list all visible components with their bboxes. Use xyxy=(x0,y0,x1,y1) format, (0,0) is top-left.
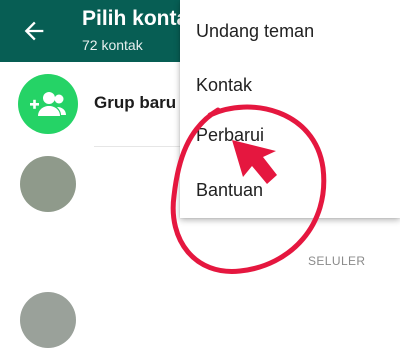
group-avatar xyxy=(18,74,78,134)
menu-item-refresh[interactable]: Perbarui xyxy=(196,125,264,146)
arrow-left-icon[interactable] xyxy=(20,17,48,45)
menu-item-contacts[interactable]: Kontak xyxy=(196,75,252,96)
menu-item-invite-friends[interactable]: Undang teman xyxy=(196,21,314,42)
menu-item-help[interactable]: Bantuan xyxy=(196,180,263,201)
overflow-menu: Undang teman Kontak Perbarui Bantuan xyxy=(180,0,400,218)
section-label-mobile: SELULER xyxy=(308,254,366,268)
contact-count: 72 kontak xyxy=(82,37,143,53)
contact-avatar xyxy=(20,292,76,348)
group-add-icon xyxy=(30,92,66,116)
contact-avatar xyxy=(20,156,76,212)
new-group-label: Grup baru xyxy=(94,93,177,112)
